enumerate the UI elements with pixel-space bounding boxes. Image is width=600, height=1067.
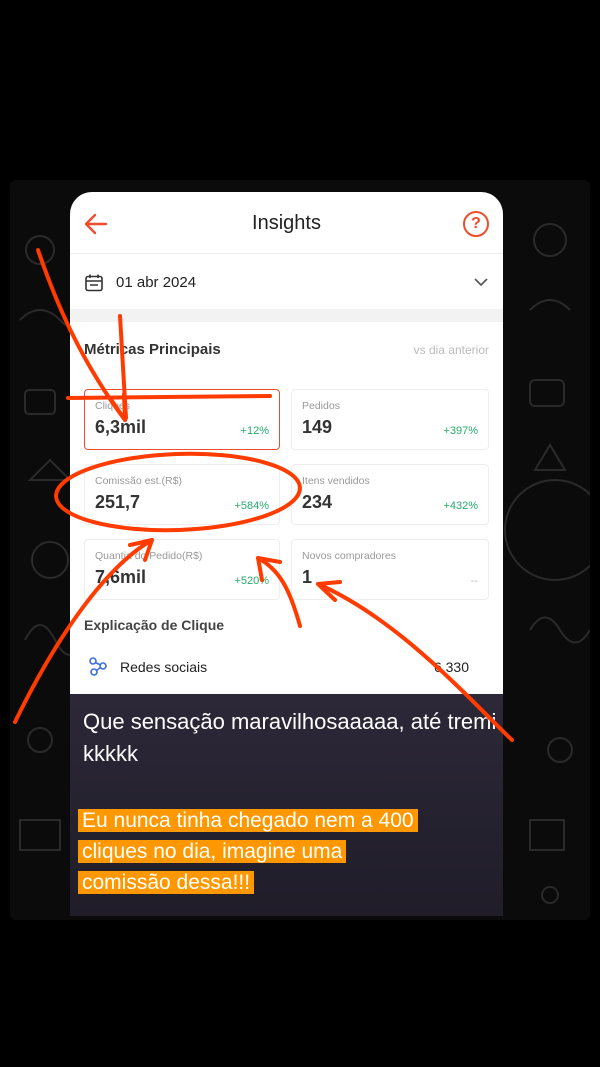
metric-change: +432% [443,500,478,512]
metrics-comparison[interactable]: vs dia anterior [414,343,489,357]
metrics-header: Métricas Principais vs dia anterior [70,322,503,380]
metric-value: 6,3mil [95,417,147,437]
caption-line-2: Eu nunca tinha chegado nem a 400 [78,809,418,832]
metric-label: Itens vendidos [302,475,370,487]
share-network-icon [89,657,107,676]
metric-change: +12% [240,425,269,437]
metric-card-comissao[interactable]: Comissão est.(R$) 251,7 +584% [84,464,280,525]
metric-label: Comissão est.(R$) [95,475,182,487]
metrics-grid: Cliques 6,3mil +12% Pedidos 149 +397% Co… [84,389,489,600]
metric-card-quantia-pedido[interactable]: Quantia do Pedido(R$) 7,6mil +520% [84,539,280,600]
metric-card-itens-vendidos[interactable]: Itens vendidos 234 +432% [291,464,489,525]
metric-value: 234 [302,492,333,512]
caption-highlight: Eu nunca tinha chegado nem a 400 cliques… [78,805,418,898]
metric-value: 7,6mil [95,567,147,587]
caption-line-4: comissão dessa!!! [78,871,255,894]
metric-value: 251,7 [95,492,141,512]
section-divider [70,310,503,322]
metric-change: -- [470,575,478,587]
chevron-down-icon [474,278,488,287]
metrics-title: Métricas Principais [84,341,221,358]
metric-change: +397% [443,425,478,437]
help-icon[interactable]: ? [463,211,489,237]
date-value: 01 abr 2024 [116,274,197,291]
click-explanation-title: Explicação de Clique [84,617,225,633]
date-selector[interactable]: 01 abr 2024 [70,254,503,310]
metric-label: Novos compradores [302,550,396,562]
metric-card-novos-compradores[interactable]: Novos compradores 1 -- [291,539,489,600]
metric-label: Cliques [95,400,131,412]
metric-label: Quantia do Pedido(R$) [95,550,203,562]
caption-line-3: cliques no dia, imagine uma [78,840,347,863]
metric-change: +520% [234,575,269,587]
calendar-icon [85,274,103,292]
row-value: 6.330 [433,659,469,675]
metric-card-pedidos[interactable]: Pedidos 149 +397% [291,389,489,450]
row-label: Redes sociais [120,659,208,675]
list-item[interactable]: Redes sociais 6.330 [84,654,489,684]
page-title: Insights [252,212,321,234]
metric-change: +584% [234,500,269,512]
caption-line-1: Que sensação maravilhosaaaaa, até tremi … [83,709,497,766]
metric-value: 1 [302,567,313,587]
metric-label: Pedidos [302,400,340,412]
metric-card-cliques[interactable]: Cliques 6,3mil +12% [84,389,280,450]
metric-value: 149 [302,417,333,437]
header: Insights ? [70,192,503,254]
